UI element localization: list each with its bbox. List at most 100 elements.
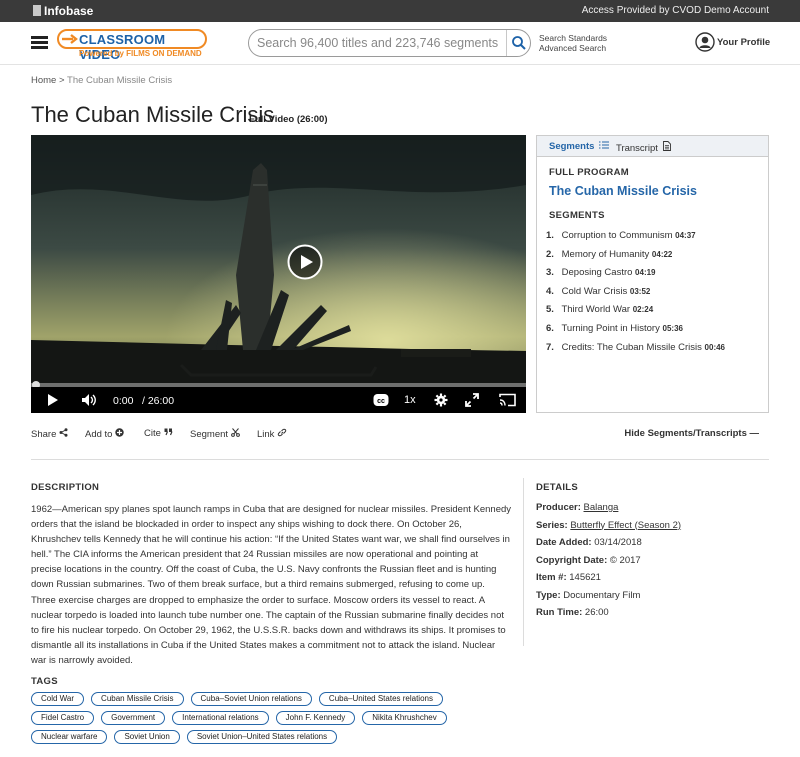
top-bar: Infobase Access Provided by CVOD Demo Ac…: [0, 0, 800, 22]
detail-value: 145621: [569, 572, 601, 583]
segment-duration: 03:52: [629, 286, 651, 296]
tag-chip[interactable]: Soviet Union: [114, 730, 180, 744]
add-to-button[interactable]: Add to: [85, 428, 124, 440]
breadcrumb-current: The Cuban Missile Crisis: [67, 75, 173, 86]
tags-heading: TAGS: [31, 676, 58, 687]
breadcrumb-home[interactable]: Home: [31, 75, 56, 86]
logo-powered-by: Powered by FILMS ON DEMAND: [79, 49, 202, 58]
classroom-video-logo[interactable]: CLASSROOM VIDEO Powered by FILMS ON DEMA…: [57, 29, 207, 62]
advanced-search-link[interactable]: Advanced Search: [539, 43, 607, 53]
menu-icon[interactable]: [31, 36, 48, 49]
segment-number: 4.: [546, 285, 554, 297]
segment-title: Deposing Castro: [561, 267, 633, 279]
search-standards-link[interactable]: Search Standards: [539, 33, 607, 43]
segment-title: Corruption to Communism: [561, 230, 673, 241]
settings-gear-icon[interactable]: [434, 393, 448, 407]
playback-speed[interactable]: 1x: [404, 394, 416, 406]
play-overlay-icon[interactable]: [287, 244, 323, 280]
cite-label: Cite: [144, 428, 161, 439]
tag-chip[interactable]: Cuba–Soviet Union relations: [190, 692, 312, 706]
tag-chip[interactable]: Fidel Castro: [31, 711, 95, 725]
description-heading: DESCRIPTION: [31, 482, 100, 493]
hide-segments-label: Hide Segments/Transcripts: [624, 428, 747, 439]
segment-number: 3.: [546, 267, 554, 279]
infobase-brand-text: Infobase: [44, 4, 94, 18]
segment-item[interactable]: 7. Credits: The Cuban Missile Crisis 00:…: [546, 342, 725, 361]
link-button[interactable]: Link: [257, 428, 287, 440]
tab-transcript-label: Transcript: [616, 143, 658, 154]
segment-duration: 00:46: [704, 342, 726, 352]
detail-key: Type:: [536, 589, 561, 601]
detail-value: Documentary Film: [563, 589, 641, 601]
share-label: Share: [31, 429, 57, 440]
share-button[interactable]: Share: [31, 428, 68, 440]
description-text: 1962—American spy planes spot launch ram…: [31, 504, 512, 666]
play-icon[interactable]: [47, 393, 59, 407]
volume-icon[interactable]: [81, 393, 97, 407]
document-icon: [662, 141, 671, 151]
infobase-logo[interactable]: Infobase: [33, 4, 93, 18]
page-title: The Cuban Missile Crisis: [31, 102, 275, 127]
tag-chip[interactable]: International relations: [172, 711, 269, 725]
video-thumbnail: [31, 135, 526, 387]
svg-text:cc: cc: [377, 398, 385, 405]
quote-icon: [164, 428, 173, 436]
panel-tabs: Segments Transcript: [537, 136, 768, 157]
tag-chip[interactable]: Cuban Missile Crisis: [91, 692, 184, 706]
segment-title: Memory of Humanity: [561, 248, 650, 260]
scissors-icon: [230, 428, 240, 437]
action-bar: Share Add to Cite Segment Link Hide Segm…: [31, 428, 769, 444]
full-program-title[interactable]: The Cuban Missile Crisis: [549, 184, 697, 198]
segment-item[interactable]: 6. Turning Point in History 05:36: [546, 323, 725, 342]
cast-icon[interactable]: [499, 393, 516, 407]
segment-item[interactable]: 3. Deposing Castro 04:19: [546, 267, 725, 286]
segment-title: Credits: The Cuban Missile Crisis: [561, 341, 702, 353]
tag-chip[interactable]: Nikita Khrushchev: [362, 711, 447, 725]
detail-value: 03/14/2018: [594, 537, 642, 548]
details-heading: DETAILS: [536, 482, 579, 493]
tab-segments[interactable]: Segments: [549, 141, 610, 152]
tag-chip[interactable]: John F. Kennedy: [275, 711, 356, 725]
detail-key: Copyright Date:: [536, 554, 608, 566]
segment-item[interactable]: 4. Cold War Crisis 03:52: [546, 286, 725, 305]
breadcrumb: Home > The Cuban Missile Crisis: [31, 75, 172, 86]
detail-key: Date Added:: [536, 537, 592, 548]
closed-captions-icon[interactable]: cc: [373, 393, 389, 407]
tag-chip[interactable]: Cold War: [31, 692, 85, 706]
link-icon: [277, 428, 287, 437]
search-input[interactable]: [257, 34, 503, 52]
tag-chip[interactable]: Soviet Union–United States relations: [186, 730, 338, 744]
add-circle-icon: [115, 428, 124, 437]
series-link[interactable]: Butterfly Effect (Season 2): [570, 520, 681, 531]
detail-series: Series: Butterfly Effect (Season 2): [536, 520, 681, 538]
hide-segments-toggle[interactable]: Hide Segments/Transcripts —: [624, 428, 759, 439]
infobase-mark-icon: [33, 5, 41, 16]
breadcrumb-separator: >: [58, 75, 65, 86]
tag-chip[interactable]: Cuba–United States relations: [318, 692, 443, 706]
segment-duration: 04:22: [651, 249, 673, 259]
video-player[interactable]: 0:00 / 26:00 cc 1x: [31, 135, 526, 413]
divider: [31, 459, 769, 460]
share-icon: [59, 428, 68, 437]
segment-button[interactable]: Segment: [190, 428, 240, 440]
total-duration: / 26:00: [142, 395, 175, 407]
cite-button[interactable]: Cite: [144, 428, 173, 439]
producer-link[interactable]: Balanga: [584, 502, 619, 513]
tag-chip[interactable]: Government: [101, 711, 166, 725]
search-icon[interactable]: [511, 35, 527, 51]
collapse-dash-icon: —: [749, 428, 760, 439]
current-time: 0:00: [113, 395, 134, 407]
detail-type: Type: Documentary Film: [536, 590, 681, 608]
segment-item[interactable]: 1. Corruption to Communism 04:37: [546, 230, 725, 249]
detail-key: Item #:: [536, 572, 567, 583]
user-avatar-icon: [695, 32, 715, 52]
search-box: [248, 29, 531, 57]
segment-item[interactable]: 2. Memory of Humanity 04:22: [546, 249, 725, 268]
tab-transcript[interactable]: Transcript: [616, 141, 671, 154]
detail-copyright: Copyright Date: © 2017: [536, 555, 681, 573]
segment-number: 2.: [546, 248, 554, 260]
fullscreen-icon[interactable]: [465, 393, 479, 407]
tag-chip[interactable]: Nuclear warfare: [31, 730, 108, 744]
segment-item[interactable]: 5. Third World War 02:24: [546, 304, 725, 323]
detail-value: 26:00: [584, 607, 609, 618]
